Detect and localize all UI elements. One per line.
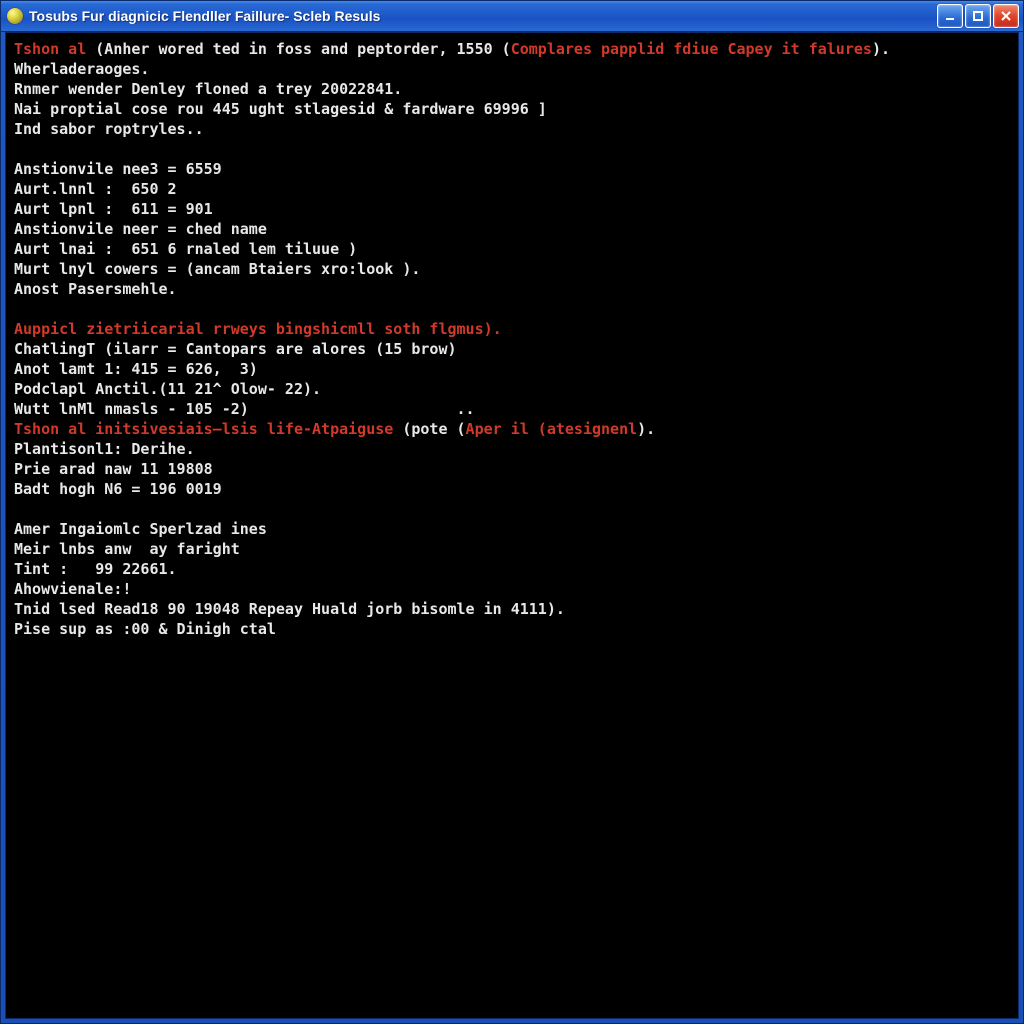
console-line: Tshon al (Anher wored ted in foss and pe… [14, 39, 1010, 59]
minimize-icon [944, 10, 956, 22]
console-line: Auppicl zietriicarial rrweys bingshicmll… [14, 319, 1010, 339]
output-text: Nai proptial cose rou 445 ught stlagesid… [14, 100, 547, 118]
console-line: Podclapl Anctil.(11 21^ Olow- 22). [14, 379, 1010, 399]
console-line: Badt hogh N6 = 196 0019 [14, 479, 1010, 499]
console-line: Rnmer wender Denley floned a trey 200228… [14, 79, 1010, 99]
console-line: Aurt.lnnl : 650 2 [14, 179, 1010, 199]
console-line: Ahowvienale:! [14, 579, 1010, 599]
console-line: Anot lamt 1: 415 = 626, 3) [14, 359, 1010, 379]
window-controls [937, 4, 1019, 28]
console-line: Aurt lpnl : 611 = 901 [14, 199, 1010, 219]
console-line: Meir lnbs anw ay faright [14, 539, 1010, 559]
console-line: Pise sup as :00 & Dinigh ctal [14, 619, 1010, 639]
output-text: ChatlingT (ilarr = Cantopars are alores … [14, 340, 457, 358]
error-text: Tshon al [14, 40, 95, 58]
error-text: Complares papplid fdiue Capey it falures [511, 40, 872, 58]
error-text: Tshon al initsivesiais—lsis life-Atpaigu… [14, 420, 402, 438]
output-text: Anost Pasersmehle. [14, 280, 177, 298]
console-line: Nai proptial cose rou 445 ught stlagesid… [14, 99, 1010, 119]
console-line: Aurt lnai : 651 6 rnaled lem tiluue ) [14, 239, 1010, 259]
console-line: Prie arad naw 11 19808 [14, 459, 1010, 479]
console-line: Anost Pasersmehle. [14, 279, 1010, 299]
console-line: Plantisonl1: Derihe. [14, 439, 1010, 459]
output-text: Rnmer wender Denley floned a trey 200228… [14, 80, 402, 98]
app-window: Tosubs Fur diagnicic Flendller Faillure-… [0, 0, 1024, 1024]
output-text: Prie arad naw 11 19808 [14, 460, 213, 478]
console-line: Wutt lnMl nmasls - 105 -2) .. [14, 399, 1010, 419]
output-text: Plantisonl1: Derihe. [14, 440, 195, 458]
error-text: Auppicl zietriicarial rrweys bingshicmll… [14, 320, 502, 338]
output-text: Aurt lnai : 651 6 rnaled lem tiluue ) [14, 240, 357, 258]
output-text: Aurt lpnl : 611 = 901 [14, 200, 213, 218]
output-text: Pise sup as :00 & Dinigh ctal [14, 620, 276, 638]
app-icon [7, 8, 23, 24]
output-text: Anstionvile neer = ched name [14, 220, 267, 238]
output-text: Anstionvile nee3 = 6559 [14, 160, 222, 178]
output-text: Wutt lnMl nmasls - 105 -2) .. [14, 400, 475, 418]
console-line: Ind sabor roptryles.. [14, 119, 1010, 139]
output-text: ). [872, 40, 890, 58]
output-text: (Anher wored ted in foss and peptorder, … [95, 40, 510, 58]
output-text: Podclapl Anctil.(11 21^ Olow- 22). [14, 380, 321, 398]
maximize-icon [972, 10, 984, 22]
output-text: Aurt.lnnl : 650 2 [14, 180, 177, 198]
output-text: Ind sabor roptryles.. [14, 120, 204, 138]
console-line: Anstionvile nee3 = 6559 [14, 159, 1010, 179]
console-output: Tshon al (Anher wored ted in foss and pe… [5, 32, 1019, 1019]
console-line: Wherladeraoges. [14, 59, 1010, 79]
console-line: Tshon al initsivesiais—lsis life-Atpaigu… [14, 419, 1010, 439]
console-line [14, 499, 1010, 519]
maximize-button[interactable] [965, 4, 991, 28]
minimize-button[interactable] [937, 4, 963, 28]
console-line: Amer Ingaiomlc Sperlzad ines [14, 519, 1010, 539]
console-line: Anstionvile neer = ched name [14, 219, 1010, 239]
console-line [14, 299, 1010, 319]
console-line: Murt lnyl cowers = (ancam Btaiers xro:lo… [14, 259, 1010, 279]
output-text: ). [637, 420, 655, 438]
output-text: Tint : 99 22661. [14, 560, 177, 578]
close-icon [1000, 10, 1012, 22]
console-line [14, 139, 1010, 159]
output-text: Murt lnyl cowers = (ancam Btaiers xro:lo… [14, 260, 420, 278]
console-line: ChatlingT (ilarr = Cantopars are alores … [14, 339, 1010, 359]
console-line: Tint : 99 22661. [14, 559, 1010, 579]
output-text: Amer Ingaiomlc Sperlzad ines [14, 520, 267, 538]
output-text: Badt hogh N6 = 196 0019 [14, 480, 222, 498]
output-text: Anot lamt 1: 415 = 626, 3) [14, 360, 258, 378]
titlebar[interactable]: Tosubs Fur diagnicic Flendller Faillure-… [1, 1, 1023, 32]
output-text: Wherladeraoges. [14, 60, 149, 78]
error-text: Aper il (atesignenl [466, 420, 638, 438]
output-text: Tnid lsed Read18 90 19048 Repeay Huald j… [14, 600, 565, 618]
output-text: (pote ( [402, 420, 465, 438]
console-line: Tnid lsed Read18 90 19048 Repeay Huald j… [14, 599, 1010, 619]
output-text: Meir lnbs anw ay faright [14, 540, 240, 558]
close-button[interactable] [993, 4, 1019, 28]
window-title: Tosubs Fur diagnicic Flendller Faillure-… [29, 8, 937, 24]
output-text: Ahowvienale:! [14, 580, 131, 598]
